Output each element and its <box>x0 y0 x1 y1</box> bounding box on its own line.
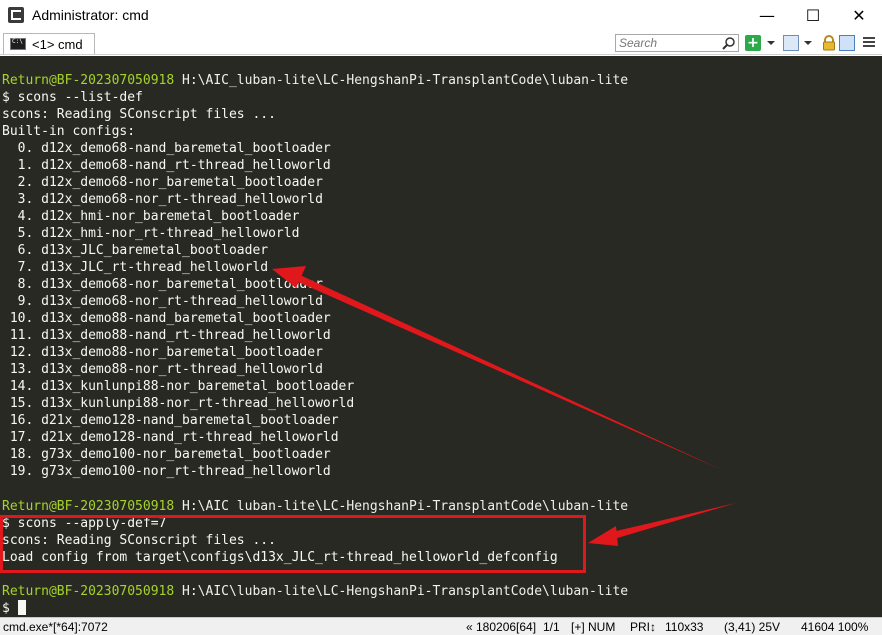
view-icon[interactable] <box>783 35 799 51</box>
config-list-item: 5. d12x_hmi-nor_rt-thread_helloworld <box>2 226 300 241</box>
lock-icon[interactable] <box>821 35 837 51</box>
output-line: scons: Reading SConscript files ... <box>2 107 276 122</box>
panel-icon[interactable] <box>839 35 855 51</box>
config-list-item: 10. d13x_demo88-nand_baremetal_bootloade… <box>2 311 331 326</box>
search-icon[interactable] <box>722 36 736 50</box>
config-list-item: 12. d13x_demo88-nor_baremetal_bootloader <box>2 345 323 360</box>
toolbar: <1> cmd + <box>0 30 882 55</box>
search-input[interactable] <box>616 35 720 51</box>
config-list-item: 0. d12x_demo68-nand_baremetal_bootloader <box>2 141 331 156</box>
config-list-item: 15. d13x_kunlunpi88-nor_rt-thread_hellow… <box>2 396 355 411</box>
status-priority: PRI↕ <box>630 620 657 634</box>
config-list-item: 14. d13x_kunlunpi88-nor_baremetal_bootlo… <box>2 379 355 394</box>
highlight-box <box>0 515 586 573</box>
tab-cmd[interactable]: <1> cmd <box>3 33 95 54</box>
status-pages: 1/1 <box>543 620 560 634</box>
status-process: cmd.exe*[*64]:7072 <box>3 620 108 634</box>
console-app-icon <box>8 7 24 23</box>
window-title: Administrator: cmd <box>32 7 149 23</box>
config-list-item: 17. d21x_demo128-nand_rt-thread_hellowor… <box>2 430 339 445</box>
console-area[interactable]: Return@BF-202307050918 H:\AIC_luban-lite… <box>0 56 882 617</box>
config-list-item: 13. d13x_demo88-nor_rt-thread_helloworld <box>2 362 323 377</box>
config-list-item: 2. d12x_demo68-nor_baremetal_bootloader <box>2 175 323 190</box>
config-list-item: 9. d13x_demo68-nor_rt-thread_helloworld <box>2 294 323 309</box>
cmd-tab-icon <box>10 38 26 50</box>
status-memory: 41604 100% <box>801 620 869 634</box>
config-list-item: 16. d21x_demo128-nand_baremetal_bootload… <box>2 413 339 428</box>
output-line: Built-in configs: <box>2 124 136 139</box>
config-list-item: 1. d12x_demo68-nand_rt-thread_helloworld <box>2 158 331 173</box>
text-cursor <box>17 600 26 615</box>
search-box[interactable] <box>615 34 739 52</box>
status-buffer: « 180206[64] <box>466 620 537 634</box>
minimize-button[interactable]: — <box>744 0 790 30</box>
config-list-item: 18. g73x_demo100-nor_baremetal_bootloade… <box>2 447 331 462</box>
add-console-dropdown-icon[interactable] <box>767 41 775 45</box>
prompt-line-1: Return@BF-202307050918 H:\AIC_luban-lite… <box>2 73 629 88</box>
maximize-button[interactable]: ☐ <box>790 0 836 30</box>
prompt-line-3: Return@BF-202307050918 H:\AIC\luban-lite… <box>2 584 629 599</box>
status-size: 110x33 <box>665 620 704 634</box>
menu-icon[interactable] <box>861 35 877 51</box>
status-bar: cmd.exe*[*64]:7072 « 180206[64] 1/1 [+] … <box>0 617 882 635</box>
config-list-item: 7. d13x_JLC_rt-thread_helloworld <box>2 260 269 275</box>
command-line-3[interactable]: $ <box>2 600 26 617</box>
config-list-item: 4. d12x_hmi-nor_baremetal_bootloader <box>2 209 300 224</box>
command-line-1: $ scons --list-def <box>2 90 143 105</box>
arrow-to-highlight-box <box>612 503 736 539</box>
arrow-to-config-7 <box>296 275 722 470</box>
tab-label: <1> cmd <box>32 36 83 52</box>
status-num-lock: [+] NUM <box>571 620 616 634</box>
config-list-item: 8. d13x_demo68-nor_baremetal_bootloader <box>2 277 323 292</box>
add-console-icon[interactable]: + <box>745 35 761 51</box>
status-cursor: (3,41) 25V <box>724 620 781 634</box>
close-button[interactable]: ✕ <box>836 0 882 30</box>
config-list-item: 3. d12x_demo68-nor_rt-thread_helloworld <box>2 192 323 207</box>
config-list-item: 11. d13x_demo88-nand_rt-thread_helloworl… <box>2 328 331 343</box>
config-list-item: 19. g73x_demo100-nor_rt-thread_helloworl… <box>2 464 331 479</box>
title-bar[interactable]: Administrator: cmd — ☐ ✕ <box>0 0 882 30</box>
prompt-line-2: Return@BF-202307050918 H:\AIC luban-lite… <box>2 499 629 514</box>
view-dropdown-icon[interactable] <box>804 41 812 45</box>
arrow-head <box>588 526 618 546</box>
config-list-item: 6. d13x_JLC_baremetal_bootloader <box>2 243 269 258</box>
